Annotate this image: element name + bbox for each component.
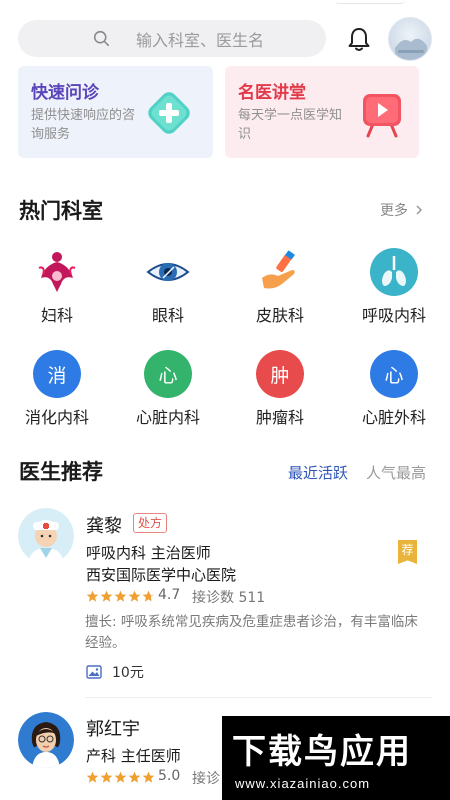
dept-label: 眼科 — [151, 306, 184, 325]
cardiology-icon: 心 — [144, 350, 192, 398]
lungs-icon — [370, 248, 418, 296]
doctor-consult-count: 接诊数 511 — [192, 590, 266, 606]
skin-icon — [262, 250, 295, 289]
gastro-icon: 消 — [33, 350, 81, 398]
dept-label: 肿瘤科 — [255, 408, 304, 427]
rating-stars — [86, 771, 156, 784]
dept-label: 呼吸内科 — [361, 306, 426, 325]
watermark-logo: 下载鸟应用 www.xiazainiao.com — [222, 716, 450, 800]
quick-consult-title: 快速问诊 — [31, 83, 99, 103]
doctor-name: 郭红宇 — [86, 719, 140, 740]
dept-oncology[interactable]: 肿 肿瘤科 — [225, 350, 335, 440]
doctor-avatar — [18, 508, 74, 564]
cardiac-surgery-icon: 心 — [370, 350, 418, 398]
dept-respiratory[interactable]: 呼吸内科 — [339, 248, 449, 338]
video-easel-icon — [363, 94, 401, 138]
watermark-brand: 下载鸟应用 — [232, 732, 412, 772]
eye-icon — [146, 263, 190, 281]
search-placeholder: 输入科室、医生名 — [136, 30, 265, 50]
dept-label: 消化内科 — [24, 408, 89, 427]
departments-more-link[interactable]: 更多 — [380, 200, 426, 220]
departments-title: 热门科室 — [19, 199, 103, 223]
chevron-right-icon — [416, 205, 423, 215]
more-label: 更多 — [380, 203, 408, 219]
star-icon — [100, 771, 113, 783]
doctor-dept-title: 呼吸内科 主治医师 — [86, 544, 211, 562]
user-avatar[interactable] — [388, 17, 432, 61]
watermark-url: www.xiazainiao.com — [235, 776, 371, 791]
star-icon — [100, 590, 113, 602]
star-icon — [86, 771, 99, 783]
dept-ophthalmology[interactable]: 眼科 — [113, 248, 223, 338]
recommend-tag: 荐 — [398, 540, 417, 564]
doctors-title: 医生推荐 — [19, 460, 103, 484]
dept-label: 皮肤科 — [255, 306, 304, 325]
star-icon — [142, 771, 155, 783]
image-icon — [86, 665, 102, 679]
prescription-badge: 处方 — [133, 513, 168, 533]
search-icon — [93, 30, 110, 47]
star-icon — [128, 771, 141, 783]
top-edge-decoration — [335, 0, 405, 4]
doctor-hospital: 西安国际医学中心医院 — [86, 566, 237, 584]
medical-cross-icon — [148, 92, 190, 134]
doctor-avatar — [18, 712, 74, 768]
gynecology-icon — [38, 252, 76, 292]
star-icon — [128, 590, 141, 602]
oncology-icon: 肿 — [256, 350, 304, 398]
dept-dermatology[interactable]: 皮肤科 — [225, 248, 335, 338]
star-icon — [86, 590, 99, 602]
search-input[interactable]: 输入科室、医生名 — [18, 20, 326, 57]
dept-cardiac-surgery[interactable]: 心 心脏外科 — [339, 350, 449, 440]
quick-consult-card[interactable]: 快速问诊 提供快速响应的咨询服务 — [18, 66, 213, 158]
dept-label: 心脏内科 — [135, 408, 200, 427]
doctor-rating: 4.7 — [158, 587, 181, 603]
doctor-name: 龚黎 — [86, 516, 122, 537]
doctor-rating: 5.0 — [158, 768, 181, 784]
doctor-lecture-title: 名医讲堂 — [238, 83, 306, 103]
dept-gynecology[interactable]: 妇科 — [2, 248, 112, 338]
doctor-bio: 擅长: 呼吸系统常见疾病及危重症患者诊治，有丰富临床经验。 — [85, 614, 418, 651]
dept-gastro[interactable]: 消 消化内科 — [2, 350, 112, 440]
doctor-consult-count: 接诊 — [192, 771, 220, 787]
quick-consult-subtitle: 提供快速响应的咨询服务 — [31, 108, 136, 142]
divider — [85, 697, 432, 698]
dept-cardiology[interactable]: 心 心脏内科 — [113, 350, 223, 440]
doctor-lecture-card[interactable]: 名医讲堂 每天学一点医学知识 — [225, 66, 419, 158]
top-bar: 输入科室、医生名 — [0, 0, 450, 61]
star-icon — [142, 590, 155, 602]
star-icon — [114, 590, 127, 602]
tab-recent-active[interactable]: 最近活跃 — [288, 462, 348, 483]
doctor-dept-title: 产科 主任医师 — [86, 747, 181, 765]
dept-label: 妇科 — [40, 306, 73, 325]
doctor-lecture-subtitle: 每天学一点医学知识 — [238, 108, 343, 142]
star-icon — [114, 771, 127, 783]
doctor-price: 10元 — [112, 665, 144, 681]
dept-label: 心脏外科 — [361, 408, 426, 427]
bell-icon[interactable] — [345, 25, 373, 53]
tab-most-popular[interactable]: 人气最高 — [366, 462, 426, 483]
rating-stars — [86, 590, 156, 603]
